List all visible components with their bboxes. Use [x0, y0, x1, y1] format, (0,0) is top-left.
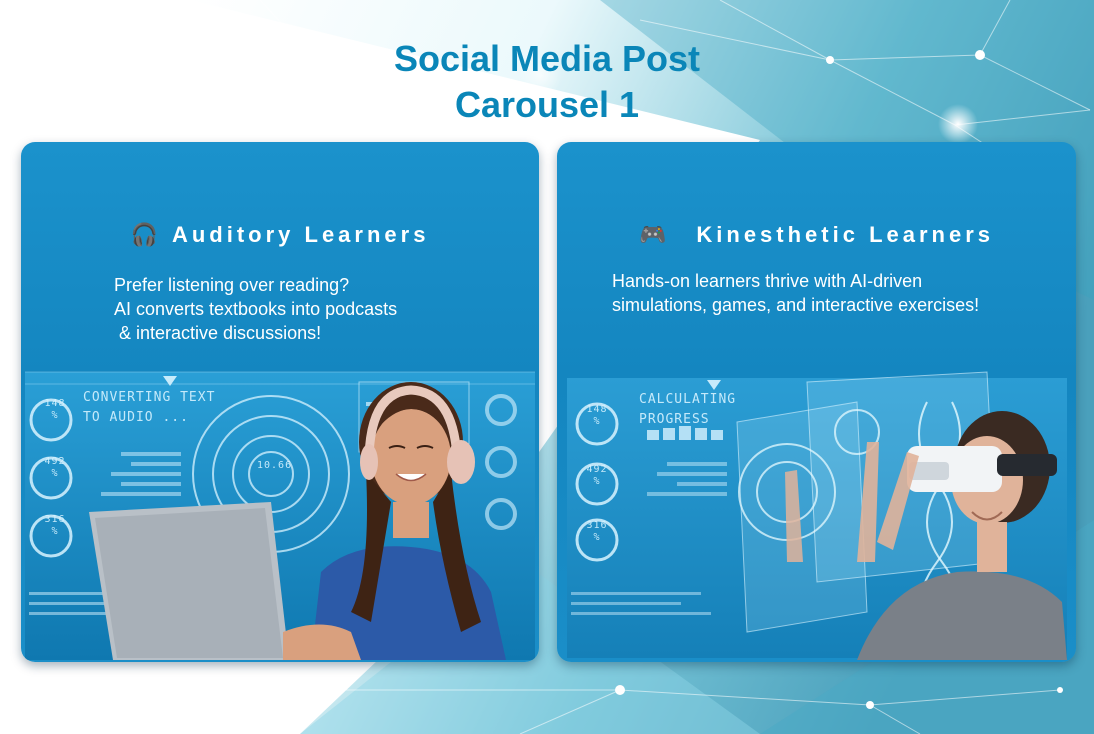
- gauge-label: 492 %: [44, 456, 66, 479]
- hud-line: CALCULATING: [639, 392, 737, 407]
- hud-line: TO AUDIO ...: [83, 410, 189, 425]
- heading-line-1: Social Media Post: [393, 38, 701, 79]
- hud-line: PROGRESS: [639, 412, 710, 427]
- card-body: Hands-on learners thrive with AI-driven …: [612, 269, 1052, 317]
- gauge-label: 492 %: [586, 464, 608, 487]
- body-line: AI converts textbooks into podcasts: [114, 299, 398, 319]
- card-title: 🎮 Kinesthetic Learners: [557, 222, 1076, 248]
- body-line: Hands-on learners thrive with AI-driven: [612, 271, 923, 291]
- body-line: & interactive discussions!: [114, 323, 322, 343]
- body-line: simulations, games, and interactive exer…: [612, 295, 980, 315]
- card-body: Prefer listening over reading? AI conver…: [114, 273, 514, 345]
- hud-line: CONVERTING TEXT: [83, 390, 216, 405]
- card-kinesthetic-learners: CALCULATING PROGRESS 148 % 492 % 316 % 🎮…: [557, 142, 1076, 662]
- gauge-label: 148 %: [586, 404, 608, 427]
- card-title-text: Auditory Learners: [171, 222, 430, 247]
- headphones-icon: 🎧: [130, 222, 158, 247]
- page-heading: Social Media Post Carousel 1: [0, 36, 1094, 128]
- hud-calculating-progress: CALCULATING PROGRESS: [639, 390, 736, 430]
- body-line: Prefer listening over reading?: [114, 275, 350, 295]
- gauge-label: 148 %: [44, 398, 66, 421]
- card-auditory-learners: CONVERTING TEXT TO AUDIO ... 148 % 492 %…: [21, 142, 539, 662]
- hud-converting-text: CONVERTING TEXT TO AUDIO ...: [83, 388, 215, 428]
- gauge-label: 316 %: [44, 514, 66, 537]
- card-title-text: Kinesthetic Learners: [696, 222, 995, 247]
- gauge-label: 316 %: [586, 520, 608, 543]
- dial-value: 10.66: [257, 460, 293, 471]
- heading-line-2: Carousel 1: [454, 84, 640, 125]
- card-title: 🎧 Auditory Learners: [21, 222, 539, 248]
- kinesthetic-scene-illustration: [567, 371, 1067, 660]
- gamepad-icon: 🎮: [638, 222, 667, 247]
